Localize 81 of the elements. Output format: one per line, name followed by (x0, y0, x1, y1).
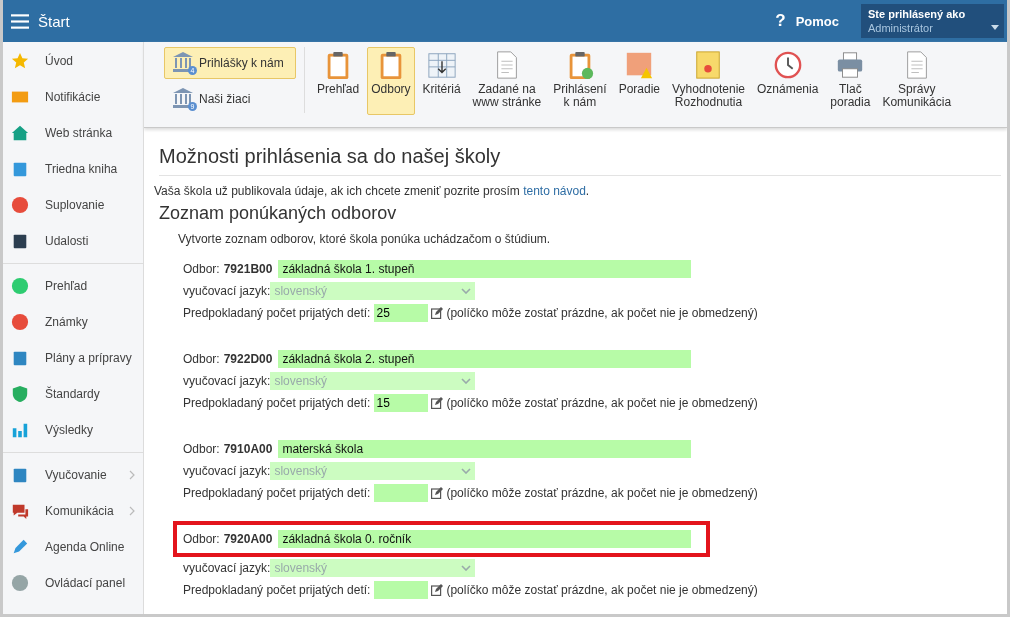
sidebar-item[interactable]: Web stránka (3, 115, 143, 151)
toolbar-button[interactable]: Správy Komunikácia (878, 47, 956, 115)
edit-icon[interactable] (431, 584, 444, 596)
program-name-field[interactable]: materská škola (278, 440, 692, 458)
sidebar-item[interactable]: Plány a prípravy (3, 340, 143, 376)
program-name-field[interactable]: základná škola 1. stupeň (278, 260, 692, 278)
sidebar-item[interactable]: Štandardy (3, 376, 143, 412)
bar-chart-icon (11, 421, 29, 439)
program-code: 7910A00 (223, 442, 273, 456)
sidebar-item[interactable]: Udalosti (3, 223, 143, 259)
caret-icon (991, 25, 999, 30)
page-title: Možnosti prihlásenia sa do našej školy (159, 145, 1001, 176)
sidebar-item[interactable]: Úvod (3, 43, 143, 79)
guide-link[interactable]: tento návod (523, 184, 586, 198)
app-title: Štart (38, 12, 70, 30)
count-field[interactable] (374, 484, 429, 502)
toolbar-button[interactable]: Zadané na www stránke (468, 47, 546, 115)
sidebar-item[interactable]: Agenda Online (3, 529, 143, 565)
field-label: Predpokladaný počet prijatých detí: (183, 486, 371, 500)
edit-icon[interactable] (431, 397, 444, 409)
pen-icon (11, 538, 29, 556)
chat-icon (11, 502, 29, 520)
field-label: Odbor: (183, 532, 220, 546)
chevron-icon (461, 288, 472, 294)
section-title: Zoznam ponúkaných odborov (159, 203, 398, 224)
count-field[interactable]: 15 (374, 394, 429, 412)
hint-text: (políčko môže zostať prázdne, ak počet nie je obmedzený) (446, 486, 758, 500)
field-label: Predpokladaný počet prijatých detí: (183, 396, 371, 410)
sidebar-item[interactable]: Komunikácia (3, 493, 143, 529)
sidebar-item[interactable]: Triedna kniha (3, 151, 143, 187)
field-label: vyučovací jazyk: (183, 464, 271, 478)
toolbar-button[interactable]: Poradie (614, 47, 664, 115)
toolbar-button[interactable]: Prehľad (313, 47, 364, 115)
shield-icon (11, 385, 29, 403)
warning-note-icon (624, 50, 655, 80)
sidebar-item[interactable]: Vyučovanie (3, 457, 143, 493)
program-code: 7921B00 (223, 262, 273, 276)
toolbar-button[interactable]: Odbory (367, 47, 415, 115)
sidebar-item[interactable]: Prehľad (3, 268, 143, 304)
program-code: 7922D00 (223, 352, 273, 366)
field-label: vyučovací jazyk: (183, 284, 271, 298)
field-label: Predpokladaný počet prijatých detí: (183, 583, 371, 597)
toolbar-button[interactable]: Vyhodnotenie Rozhodnutia (668, 47, 749, 115)
field-label: vyučovací jazyk: (183, 374, 271, 388)
sidebar-item[interactable]: Výsledky (3, 412, 143, 448)
user-dropdown[interactable]: Ste prihlásený ako Administrátor (861, 4, 1004, 38)
program-name-field[interactable]: základná škola 0. ročník (278, 530, 692, 548)
notice-text: Vaša škola už publikovala údaje, ak ich chcete zmeniť pozrite prosím tento návod. (154, 184, 590, 198)
hint-text: (políčko môže zostať prázdne, ak počet nie je obmedzený) (446, 583, 758, 597)
toolbar-button[interactable]: Oznámenia (752, 47, 823, 115)
field-label: Odbor: (183, 352, 220, 366)
sidebar-item[interactable]: Známky (3, 304, 143, 340)
hint-text: (políčko môže zostať prázdne, ak počet nie je obmedzený) (446, 306, 758, 320)
edit-icon[interactable] (431, 307, 444, 319)
table-icon (426, 50, 457, 80)
menu-icon[interactable] (11, 13, 29, 29)
field-label: Odbor: (183, 262, 220, 276)
toolbar-button[interactable]: Prihlásení k nám (549, 47, 611, 115)
chevron-icon (461, 565, 472, 571)
edit-icon[interactable] (431, 487, 444, 499)
sidebar-item[interactable]: Ovládací panel (3, 565, 143, 601)
help-icon[interactable]: ? (775, 11, 786, 31)
hint-text: (políčko môže zostať prázdne, ak počet nie je obmedzený) (446, 396, 758, 410)
field-label: Predpokladaný počet prijatých detí: (183, 306, 371, 320)
count-field[interactable]: 25 (374, 304, 429, 322)
toolbar-button[interactable]: Kritériá (418, 47, 465, 115)
help-link[interactable]: Pomoc (795, 13, 839, 29)
program-code: 7920A00 (223, 532, 273, 546)
section-description: Vytvorte zoznam odborov, ktoré škola ponúka uchádzačom o štúdium. (178, 232, 552, 246)
field-label: vyučovací jazyk: (183, 561, 271, 575)
clock-icon (772, 50, 803, 80)
count-field[interactable] (374, 581, 429, 599)
toolbar-button[interactable]: Tlač poradia (826, 47, 875, 115)
chevron-icon (461, 468, 472, 474)
program-name-field[interactable]: základná škola 2. stupeň (278, 350, 692, 368)
field-label: Odbor: (183, 442, 220, 456)
star-icon (11, 52, 29, 70)
house-icon (11, 124, 29, 142)
chevron-icon (461, 378, 472, 384)
sidebar-item[interactable]: Suplovanie (3, 187, 143, 223)
sidebar-item[interactable]: Notifikácie (3, 79, 143, 115)
